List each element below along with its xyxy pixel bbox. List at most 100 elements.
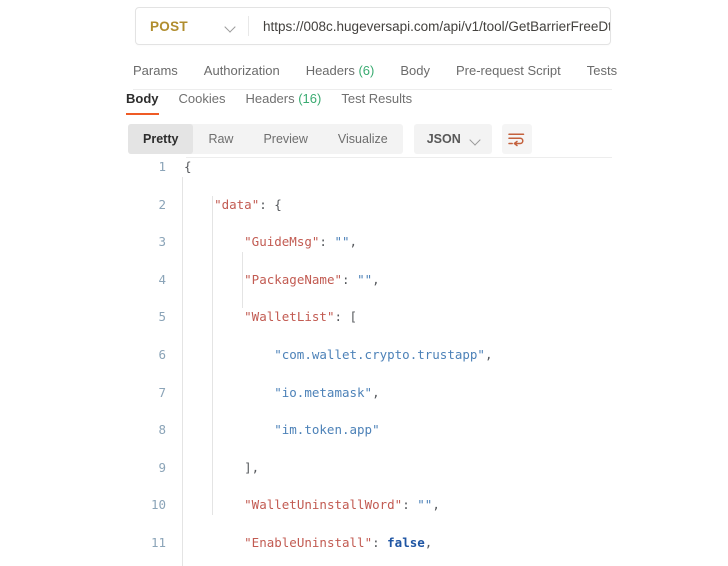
code-line-text: "WalletList": [	[184, 308, 357, 327]
request-tab-pre-request-script[interactable]: Pre-request Script	[456, 63, 561, 78]
request-url-bar: POST https://008c.hugeversapi.com/api/v1…	[135, 7, 611, 45]
json-token-punc: ,	[432, 497, 440, 512]
response-tab-headers[interactable]: Headers (16)	[245, 91, 321, 115]
code-line-text: {	[184, 158, 192, 177]
code-line[interactable]: 4 "PackageName": "",	[128, 271, 612, 290]
request-tab-label: Authorization	[204, 63, 280, 78]
view-mode-label: Visualize	[338, 132, 388, 146]
code-line[interactable]: 9],	[128, 459, 612, 478]
response-tab-label: Headers	[245, 91, 294, 106]
http-method-label: POST	[150, 19, 188, 34]
request-tab-label: Headers	[306, 63, 355, 78]
json-token-key: "GuideMsg"	[244, 234, 319, 249]
response-tab-label: Cookies	[179, 91, 226, 106]
json-token-punc: : {	[259, 197, 282, 212]
line-number: 9	[128, 459, 166, 478]
http-method-select[interactable]: POST	[136, 8, 248, 44]
code-line-text: "WalletUninstallWord": "",	[184, 496, 440, 515]
json-token-punc: :	[402, 497, 417, 512]
response-tab-cookies[interactable]: Cookies	[179, 91, 226, 115]
json-token-key: "PackageName"	[244, 272, 342, 287]
request-tab-bar: Params Authorization Headers (6) Body Pre-re…	[133, 55, 612, 90]
wrap-text-button[interactable]	[502, 124, 532, 154]
code-line[interactable]: 7 "io.metamask",	[128, 384, 612, 403]
view-mode-preview[interactable]: Preview	[248, 124, 322, 154]
request-tab-count: (6)	[355, 63, 375, 78]
json-token-punc: ,	[372, 272, 380, 287]
request-tab-params[interactable]: Params	[133, 63, 178, 78]
view-mode-pretty[interactable]: Pretty	[128, 124, 193, 154]
json-token-str: ""	[357, 272, 372, 287]
code-line[interactable]: 6 "com.wallet.crypto.trustapp",	[128, 346, 612, 365]
view-mode-label: Pretty	[143, 132, 178, 146]
code-line-text: "GuideMsg": "",	[184, 233, 357, 252]
response-format-select[interactable]: JSON	[414, 124, 492, 154]
request-tab-label: Pre-request Script	[456, 63, 561, 78]
code-line-text: "PackageName": "",	[184, 271, 380, 290]
json-token-key: "WalletUninstallWord"	[244, 497, 402, 512]
line-number: 8	[128, 421, 166, 440]
view-mode-visualize[interactable]: Visualize	[323, 124, 403, 154]
json-token-str: "com.wallet.crypto.trustapp"	[274, 347, 485, 362]
response-tab-label: Test Results	[341, 91, 412, 106]
json-token-lit: false	[387, 535, 425, 550]
wrap-text-icon	[508, 132, 525, 147]
request-tab-tests[interactable]: Tests	[587, 63, 617, 78]
response-tab-count: (16)	[295, 91, 322, 106]
code-line-text: "im.token.app"	[184, 421, 380, 440]
request-tab-headers[interactable]: Headers (6)	[306, 63, 375, 78]
response-tab-body[interactable]: Body	[126, 91, 159, 115]
code-line-text: "com.wallet.crypto.trustapp",	[184, 346, 492, 365]
json-token-punc: :	[319, 234, 334, 249]
chevron-down-icon	[225, 23, 236, 30]
request-tab-label: Tests	[587, 63, 617, 78]
json-token-punc: ,	[485, 347, 493, 362]
line-number: 4	[128, 271, 166, 290]
json-token-punc: ],	[244, 460, 259, 475]
response-format-label: JSON	[427, 132, 461, 146]
response-tab-test-results[interactable]: Test Results	[341, 91, 412, 115]
code-line[interactable]: 2 "data": {	[128, 196, 612, 215]
view-mode-group: Pretty Raw Preview Visualize	[128, 124, 403, 154]
response-view-toolbar: Pretty Raw Preview Visualize JSON	[128, 124, 532, 154]
code-line-text: "io.metamask",	[184, 384, 380, 403]
request-url-input[interactable]: https://008c.hugeversapi.com/api/v1/tool…	[249, 8, 610, 44]
code-line[interactable]: 5 "WalletList": [	[128, 308, 612, 327]
request-tab-authorization[interactable]: Authorization	[204, 63, 280, 78]
json-token-punc: :	[342, 272, 357, 287]
line-number: 6	[128, 346, 166, 365]
view-mode-raw[interactable]: Raw	[193, 124, 248, 154]
request-tab-label: Body	[400, 63, 430, 78]
json-token-key: "WalletList"	[244, 309, 334, 324]
view-mode-label: Raw	[208, 132, 233, 146]
json-token-punc: ,	[425, 535, 433, 550]
code-line-text: ],	[184, 459, 259, 478]
view-mode-label: Preview	[263, 132, 307, 146]
response-body-code-viewer[interactable]: 1{2"data": {3"GuideMsg": "",4"PackageNam…	[128, 158, 612, 566]
line-number: 1	[128, 158, 166, 177]
json-token-key: "EnableUninstall"	[244, 535, 372, 550]
line-number: 5	[128, 308, 166, 327]
json-token-punc: : [	[334, 309, 357, 324]
code-line[interactable]: 10 "WalletUninstallWord": "",	[128, 496, 612, 515]
json-token-key: "data"	[214, 197, 259, 212]
request-tab-label: Params	[133, 63, 178, 78]
code-line[interactable]: 8 "im.token.app"	[128, 421, 612, 440]
code-line[interactable]: 1{	[128, 158, 612, 177]
json-token-punc: :	[372, 535, 387, 550]
response-tab-bar: Body Cookies Headers (16) Test Results	[126, 89, 612, 117]
chevron-down-icon	[470, 136, 481, 143]
code-line[interactable]: 11"EnableUninstall": false,	[128, 534, 612, 553]
line-number: 10	[128, 496, 166, 515]
json-token-punc: ,	[350, 234, 358, 249]
line-number: 3	[128, 233, 166, 252]
json-token-punc: {	[184, 159, 192, 174]
code-line[interactable]: 3 "GuideMsg": "",	[128, 233, 612, 252]
code-line-text: "EnableUninstall": false,	[184, 534, 432, 553]
line-number: 2	[128, 196, 166, 215]
json-token-punc: ,	[372, 385, 380, 400]
json-token-str: "im.token.app"	[274, 422, 379, 437]
line-number: 7	[128, 384, 166, 403]
json-token-str: ""	[334, 234, 349, 249]
request-tab-body[interactable]: Body	[400, 63, 430, 78]
